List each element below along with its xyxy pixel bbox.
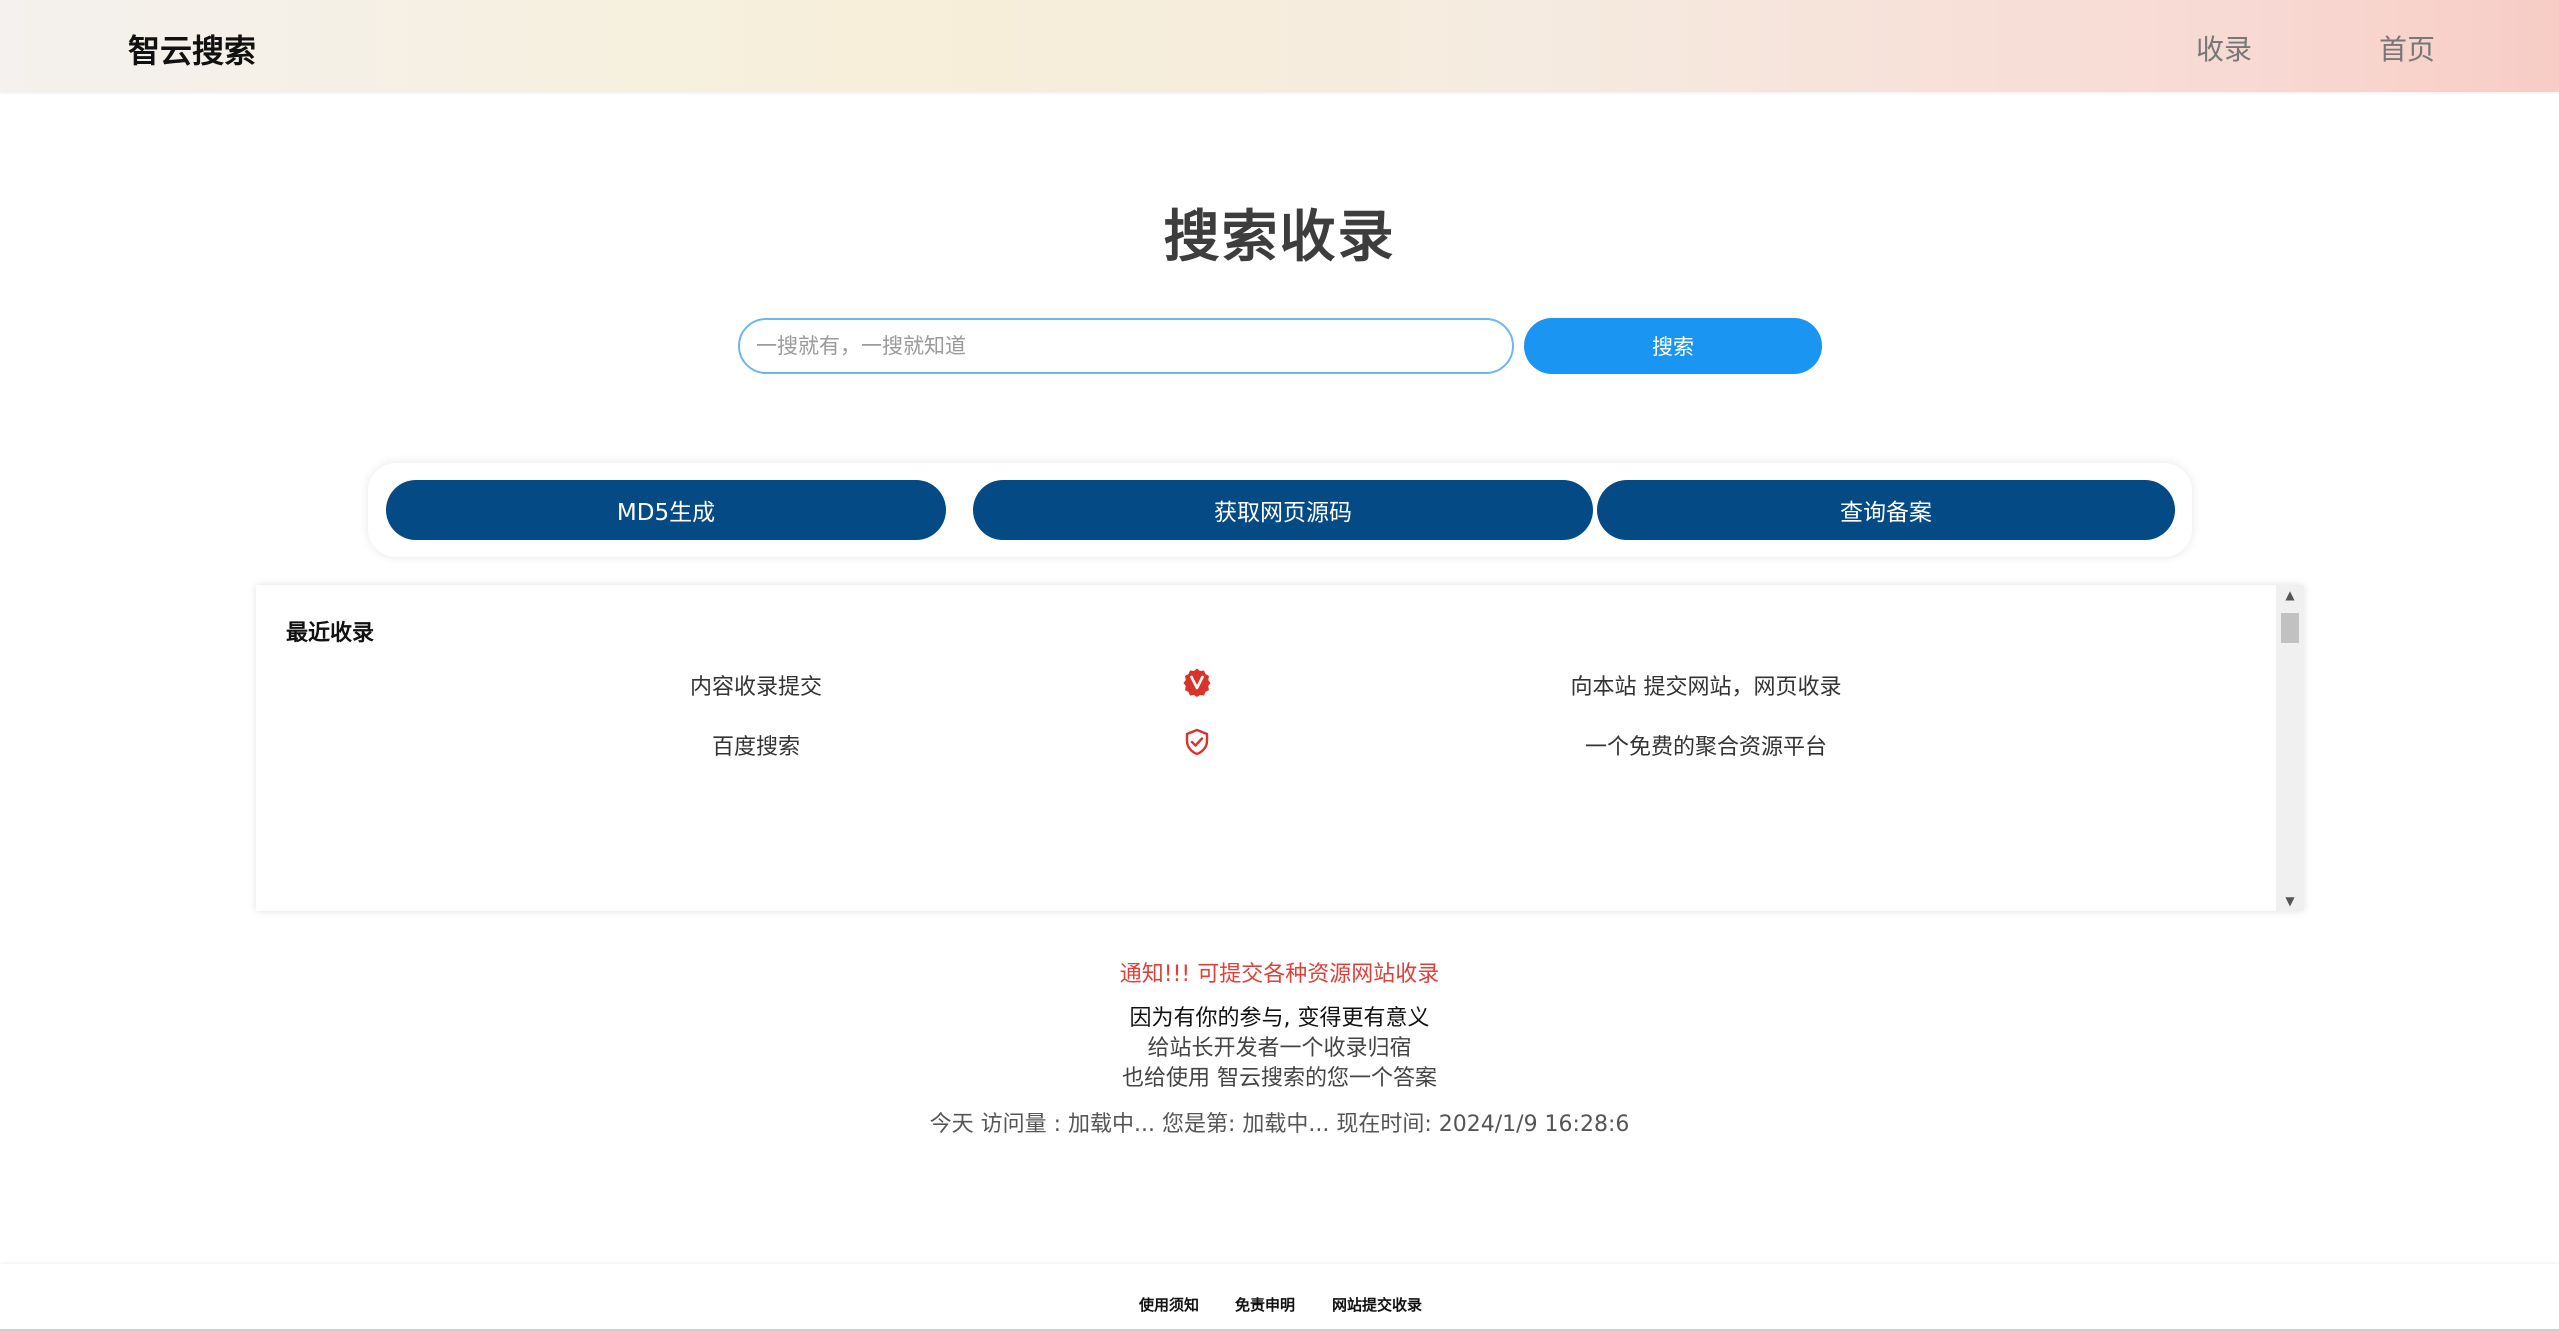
recent-list-panel: 最近收录 内容收录提交 向本站 提交网站，网页收录 百度搜索 一个免费的聚合资源…: [256, 585, 2304, 911]
nav-link-shoulu[interactable]: 收录: [2196, 28, 2252, 68]
nav-link-home[interactable]: 首页: [2379, 28, 2435, 68]
recent-list-title: 最近收录: [286, 621, 375, 646]
visit-stats: 今天 访问量 : 加载中... 您是第: 加载中... 现在时间: 2024/1…: [929, 1112, 1630, 1137]
list-item-desc: 向本站 提交网站，网页收录: [1570, 675, 1842, 700]
list-item-name[interactable]: 百度搜索: [626, 729, 886, 761]
page-title: 搜索收录: [1163, 205, 1396, 270]
md5-generate-button[interactable]: MD5生成: [386, 480, 946, 540]
list-item-desc: 一个免费的聚合资源平台: [1584, 735, 1827, 760]
notice-line-2: 给站长开发者一个收录归宿: [1147, 1036, 1412, 1061]
scroll-up-arrow-icon[interactable]: ▲: [2276, 585, 2304, 605]
scroll-down-arrow-icon[interactable]: ▼: [2276, 891, 2304, 911]
query-icp-button[interactable]: 查询备案: [1597, 480, 2175, 540]
footer: 使用须知 免责申明 网站提交收录: [0, 1264, 2559, 1332]
top-nav-bar: 智云搜索 收录 首页: [0, 0, 2559, 92]
footer-link-usage-terms[interactable]: 使用须知: [1139, 1294, 1199, 1315]
list-item-name[interactable]: 内容收录提交: [626, 669, 886, 701]
notice-headline: 通知!!! 可提交各种资源网站收录: [1119, 962, 1440, 987]
footer-link-disclaimer[interactable]: 免责申明: [1235, 1294, 1295, 1315]
tools-panel: MD5生成 获取网页源码 查询备案: [368, 463, 2192, 557]
search-input[interactable]: [738, 318, 1514, 374]
get-page-source-button[interactable]: 获取网页源码: [973, 480, 1593, 540]
shield-check-icon: [1185, 728, 1209, 756]
list-item: 内容收录提交 向本站 提交网站，网页收录: [256, 663, 2276, 703]
footer-link-submit-site[interactable]: 网站提交收录: [1332, 1294, 1422, 1315]
list-item: 百度搜索 一个免费的聚合资源平台: [256, 723, 2276, 763]
verified-v-badge-icon: [1183, 668, 1211, 697]
notice-line-3: 也给使用 智云搜索的您一个答案: [1122, 1066, 1437, 1091]
scrollbar-thumb[interactable]: [2281, 613, 2299, 643]
search-button[interactable]: 搜索: [1524, 318, 1822, 374]
notice-line-1: 因为有你的参与, 变得更有意义: [1129, 1006, 1430, 1031]
site-logo-text[interactable]: 智云搜索: [128, 26, 256, 72]
vertical-scrollbar[interactable]: ▲ ▼: [2276, 585, 2304, 911]
